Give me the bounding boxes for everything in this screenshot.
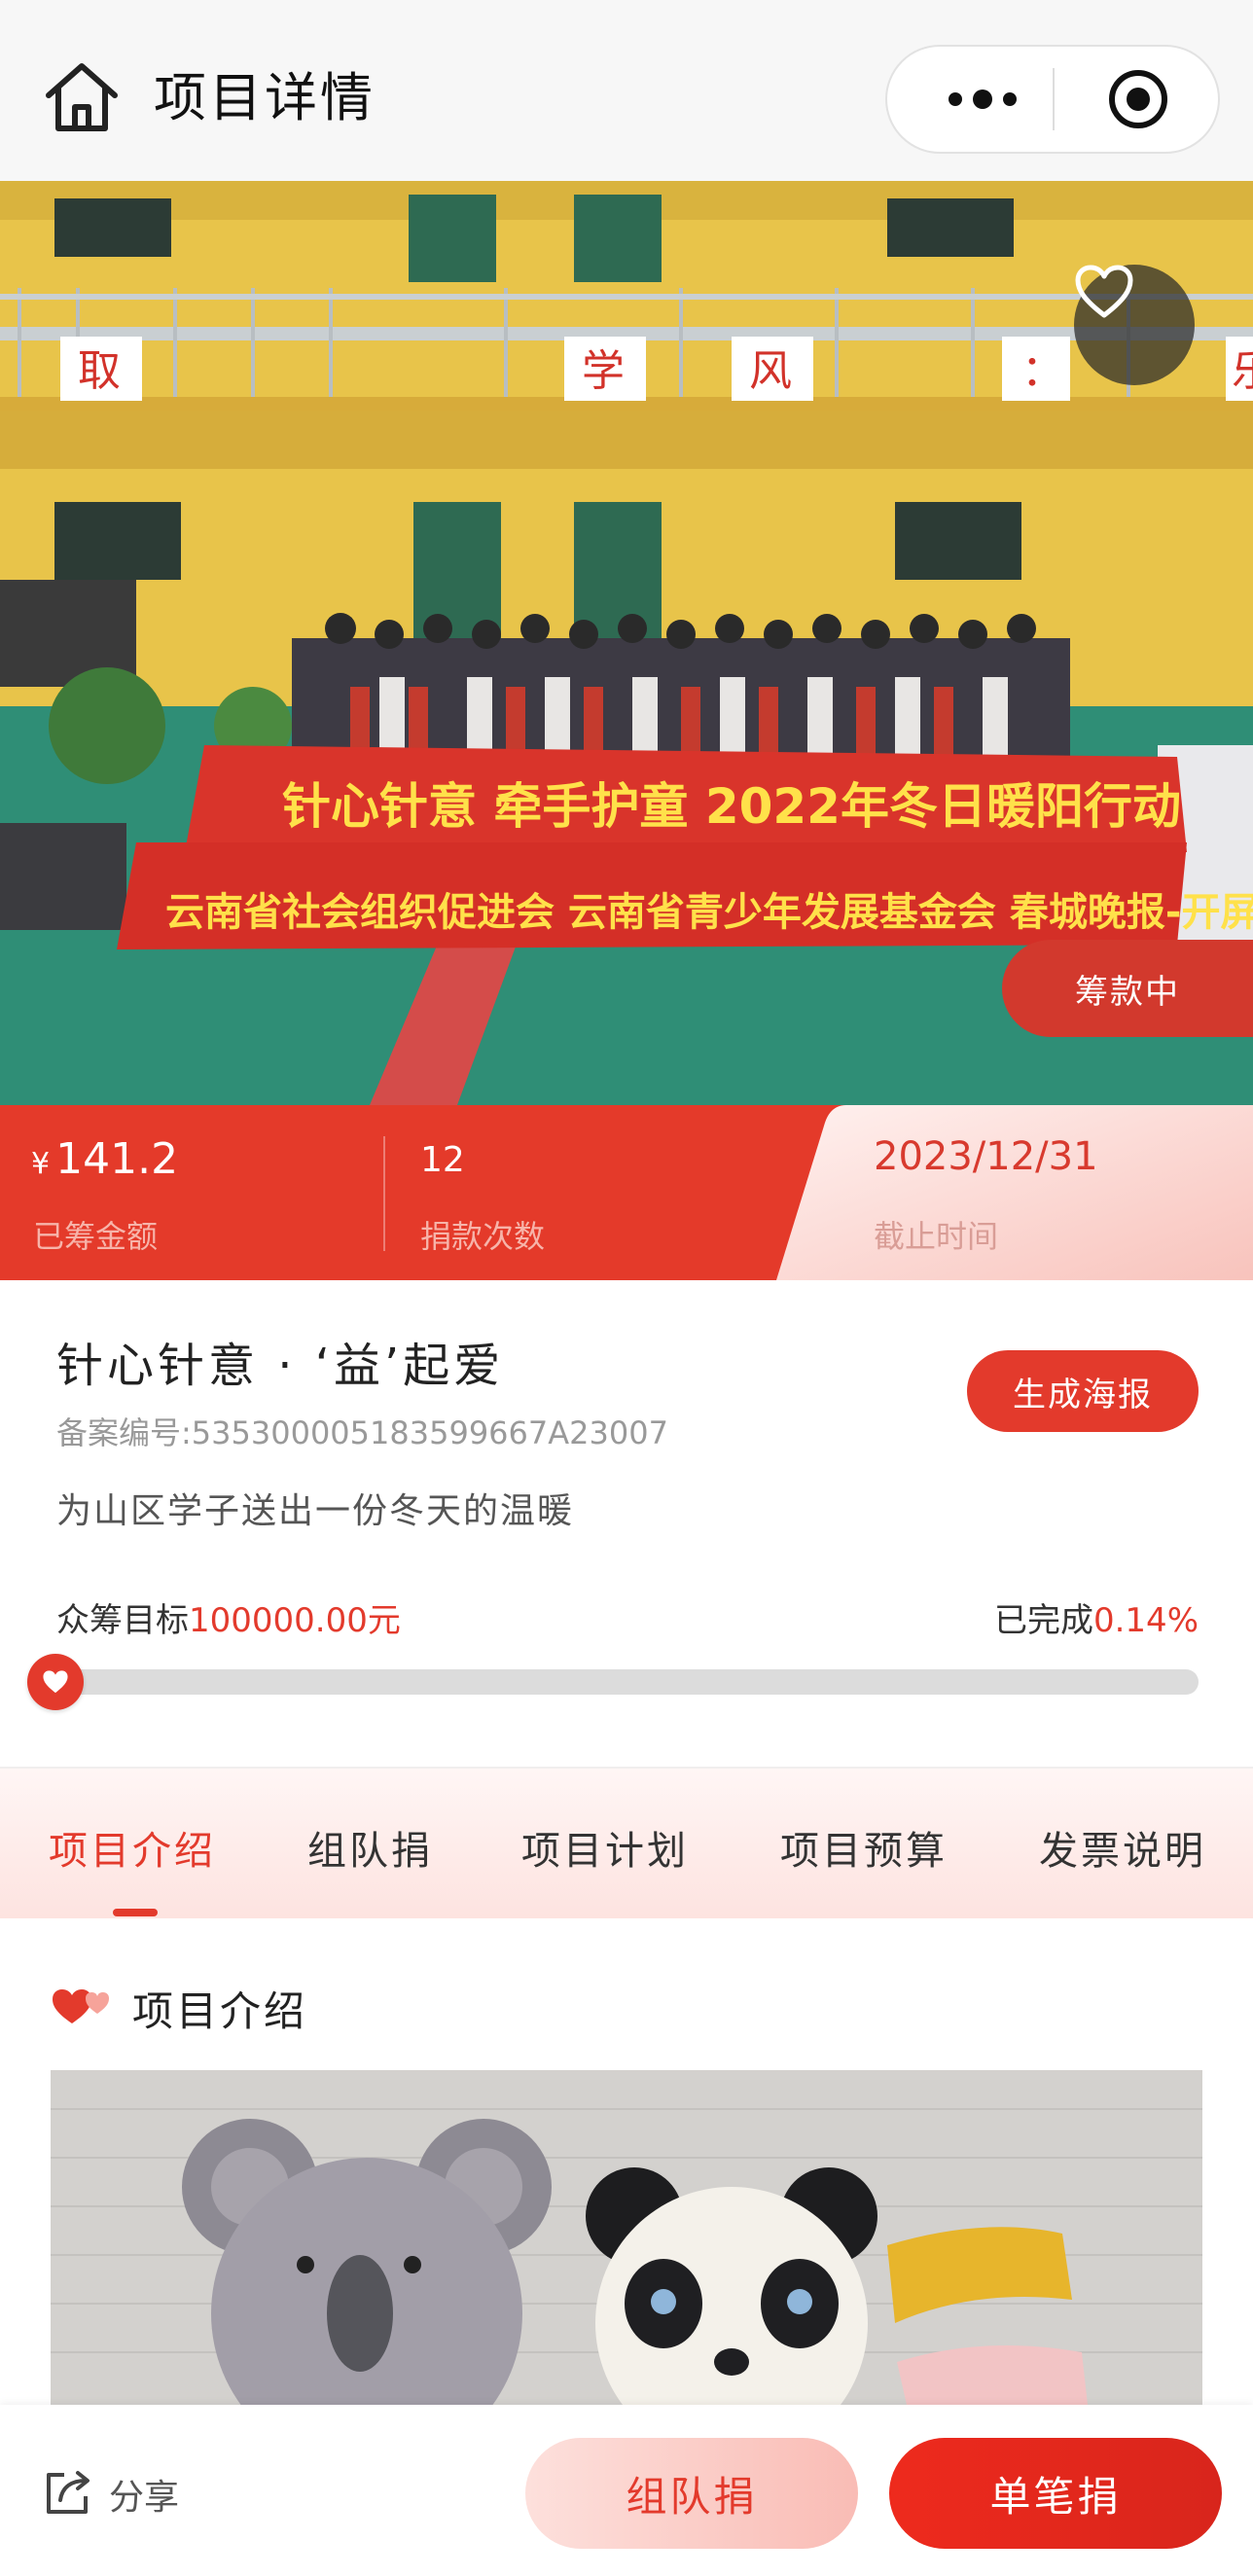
goal-label: 众筹目标 (56, 1601, 189, 1640)
deadline-panel (776, 1105, 1253, 1280)
donation-count-label: 捐款次数 (420, 1218, 546, 1255)
funding-goal: 众筹目标100000.00元 (56, 1593, 401, 1641)
navigation-bar: 项目详情 (0, 0, 1253, 181)
section-heading: 项目介绍 (132, 1987, 308, 2035)
project-title: 针心针意 · ‘益’起爱 (56, 1339, 505, 1393)
goal-value: 100000.00元 (189, 1601, 401, 1640)
banner-line-2: 云南省社会组织促进会 云南省青少年发展基金会 春城晚报-开屏新闻 (165, 890, 1253, 935)
wall-char-4: 乐 (1232, 346, 1253, 396)
hearts-icon (53, 1989, 109, 2023)
active-tab-indicator (113, 1909, 158, 1916)
tab-team-donation[interactable]: 组队捐 (307, 1819, 433, 1876)
amount-raised-label: 已筹金额 (33, 1218, 159, 1255)
team-donate-button[interactable]: 组队捐 (525, 2438, 858, 2549)
banner-line-1: 针心针意 牵手护童 2022年冬日暖阳行动 (282, 778, 1181, 835)
currency-symbol: ¥ (31, 1147, 51, 1181)
intro-image (51, 2070, 1202, 2405)
completion-rate: 已完成0.14% (994, 1593, 1199, 1641)
deadline-value: 2023/12/31 (874, 1134, 1098, 1179)
tab-bar: 项目介绍 组队捐 项目计划 项目预算 发票说明 (0, 1767, 1253, 1918)
page-title: 项目详情 (154, 67, 376, 128)
single-donate-button[interactable]: 单笔捐 (889, 2438, 1222, 2549)
done-label: 已完成 (993, 1601, 1093, 1640)
tab-invoice-info[interactable]: 发票说明 (1039, 1819, 1206, 1876)
capsule-divider (1053, 68, 1055, 130)
favorite-button[interactable] (1074, 265, 1195, 385)
stats-divider (383, 1136, 385, 1251)
tab-project-intro[interactable]: 项目介绍 (49, 1819, 216, 1876)
stats-band: ¥141.2 已筹金额 12 捐款次数 2023/12/31 截止时间 (0, 1105, 1253, 1280)
amount-number: 141.2 (55, 1134, 179, 1184)
tab-project-budget[interactable]: 项目预算 (780, 1819, 948, 1876)
home-icon[interactable] (43, 60, 121, 134)
more-dots-icon[interactable] (936, 72, 1029, 126)
deadline-label: 截止时间 (874, 1218, 999, 1255)
wall-char-0: 取 (78, 346, 121, 396)
wall-char-3: ： (1021, 346, 1064, 396)
wall-char-1: 学 (582, 346, 625, 396)
heart-icon (43, 1670, 68, 1694)
status-badge: 筹款中 (1002, 940, 1253, 1037)
tab-project-plan[interactable]: 项目计划 (521, 1819, 689, 1876)
donation-count-value: 12 (420, 1140, 465, 1180)
project-subtitle: 为山区学子送出一份冬天的温暖 (56, 1491, 575, 1531)
bottom-action-bar: 分享 组队捐 单笔捐 (0, 2405, 1253, 2576)
target-circle-icon[interactable] (1107, 68, 1169, 130)
heart-outline-icon (1075, 265, 1133, 318)
registration-number: 备案编号:53530000518359966​7A23007 (56, 1414, 668, 1451)
share-label[interactable]: 分享 (109, 2469, 179, 2520)
generate-poster-button[interactable]: 生成海报 (967, 1350, 1199, 1432)
mini-program-capsule (885, 45, 1220, 154)
progress-heart-knob (27, 1654, 84, 1710)
progress-bar (56, 1669, 1199, 1695)
done-value: 0.14% (1092, 1601, 1199, 1640)
amount-raised-value: ¥141.2 (31, 1134, 178, 1184)
knitted-hats-photo (51, 2070, 1202, 2405)
hero-image: 取 学 风 ： 乐 (0, 181, 1253, 1105)
share-icon[interactable] (43, 2467, 93, 2518)
wall-char-2: 风 (749, 346, 792, 396)
